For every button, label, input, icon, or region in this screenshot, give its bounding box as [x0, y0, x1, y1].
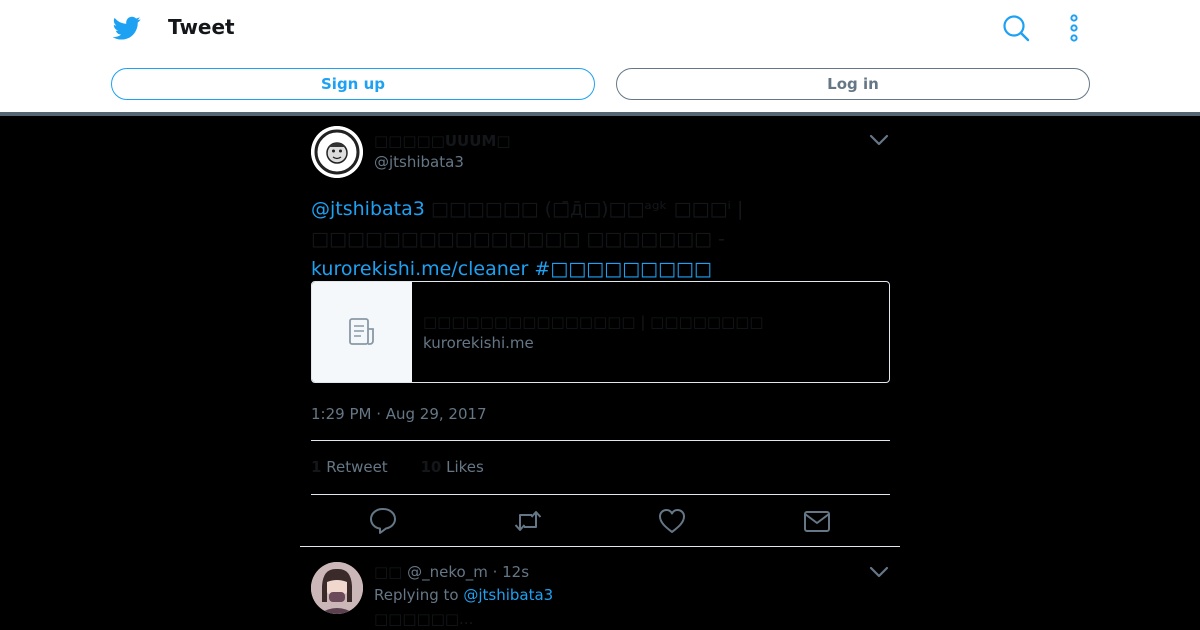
replying-handle-link[interactable]: @jtshibata3	[463, 586, 553, 604]
chevron-down-icon[interactable]	[869, 564, 889, 580]
login-button[interactable]: Log in	[616, 68, 1090, 100]
user-handle[interactable]: @jtshibata3	[374, 153, 464, 171]
document-icon	[349, 318, 374, 345]
divider	[300, 546, 900, 547]
avatar-image	[311, 126, 363, 178]
link-card[interactable]: □□□□□□□□□□□□□□□ | □□□□□□□□ kurorekishi.m…	[311, 281, 890, 383]
retweet-icon	[514, 511, 542, 531]
direct-message-button[interactable]	[802, 506, 832, 536]
avatar[interactable]	[311, 126, 363, 178]
divider	[311, 494, 890, 495]
more-icon[interactable]	[1063, 14, 1085, 42]
card-domain: kurorekishi.me	[423, 334, 534, 352]
url-link[interactable]: kurorekishi.me/cleaner	[311, 258, 528, 280]
reply-button[interactable]	[368, 506, 398, 536]
card-title: □□□□□□□□□□□□□□□ | □□□□□□□□	[423, 313, 764, 331]
mention-link[interactable]: @jtshibata3	[311, 198, 425, 220]
twitter-bird-icon[interactable]	[113, 14, 141, 42]
tweet-timestamp[interactable]: 1:29 PM · Aug 29, 2017	[311, 405, 487, 423]
reply-text: □□□□□□...	[374, 610, 474, 628]
retweet-count: 1	[311, 458, 322, 476]
hashtag-link[interactable]: #□□□□□□□□□	[528, 258, 712, 280]
reply-display-name[interactable]: □□	[374, 563, 402, 581]
like-button[interactable]	[657, 506, 687, 536]
likes-count: 10	[420, 458, 442, 476]
page-title: Tweet	[168, 15, 235, 39]
header-divider	[0, 112, 1200, 116]
signup-button[interactable]: Sign up	[111, 68, 595, 100]
top-navigation-bar: Tweet Sign up Log in	[0, 0, 1200, 112]
retweet-label: Retweet	[326, 458, 388, 476]
likes-label: Likes	[446, 458, 484, 476]
display-name[interactable]: □□□□□UUUM□	[374, 132, 511, 150]
chevron-down-icon[interactable]	[869, 132, 889, 148]
retweet-button[interactable]	[513, 506, 543, 536]
divider	[311, 440, 890, 441]
avatar-image	[311, 562, 363, 614]
tweet-stats: 1 Retweet 10 Likes	[311, 458, 512, 476]
retweet-stat[interactable]: 1 Retweet	[311, 458, 388, 476]
search-icon[interactable]	[1002, 14, 1030, 42]
reply-icon	[370, 508, 396, 534]
heart-icon	[659, 509, 685, 533]
reply-handle-time[interactable]: @_neko_m · 12s	[402, 563, 529, 581]
avatar[interactable]	[311, 562, 363, 614]
tweet-text: @jtshibata3 □□□□□□ (□̄д̄□)□□ᵃᵍᵏ □□□ⁱ | □…	[311, 194, 891, 284]
replying-prefix: Replying to	[374, 586, 464, 604]
replying-to: Replying to @jtshibata3	[374, 586, 553, 604]
reply-header: □□ @_neko_m · 12s	[374, 563, 529, 581]
envelope-icon	[804, 511, 830, 532]
card-thumbnail	[312, 282, 412, 382]
likes-stat[interactable]: 10 Likes	[420, 458, 483, 476]
